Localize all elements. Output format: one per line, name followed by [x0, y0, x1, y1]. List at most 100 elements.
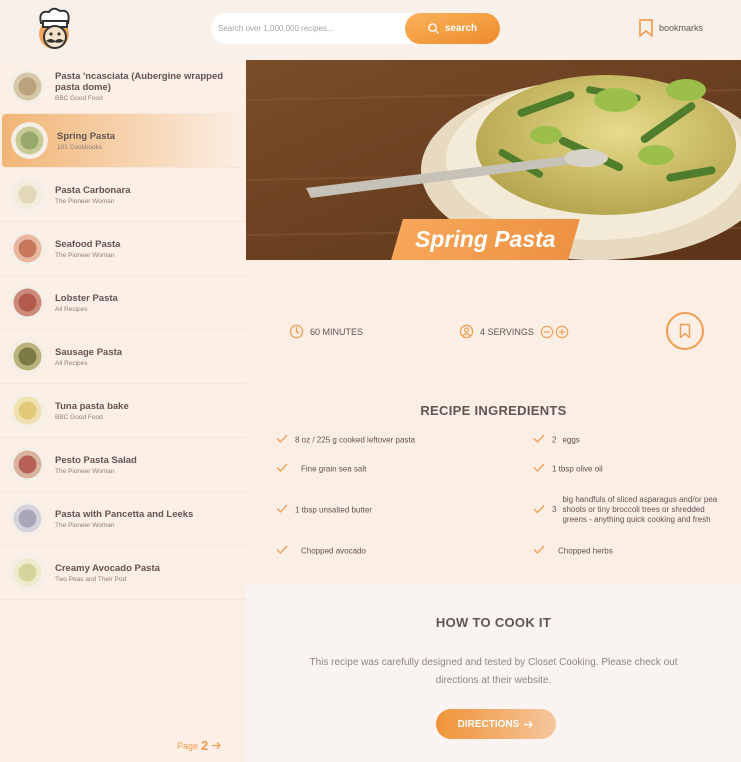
result-title: Pasta with Pancetta and Leeks — [55, 508, 194, 520]
bookmark-icon — [639, 19, 653, 37]
ingredient-description: 1 tbsp olive oil — [552, 464, 603, 473]
search-button[interactable]: search — [405, 13, 500, 44]
decrease-servings-button[interactable] — [540, 325, 554, 339]
ingredient-description: big handfuls of sliced asparagus and/or … — [562, 495, 718, 524]
result-source: Two Peas and Their Pod — [55, 575, 127, 583]
result-source: The Pioneer Woman — [55, 251, 115, 259]
arrow-right-icon — [524, 720, 534, 728]
pagination-number: 2 — [201, 738, 209, 753]
ingredient-quantity: 3 — [552, 505, 557, 514]
result-item[interactable]: Spring Pasta 101 Cookbooks — [2, 114, 244, 168]
servings-label: SERVINGS — [487, 326, 534, 337]
result-source: All Recipes — [55, 305, 88, 313]
result-item[interactable]: Pasta Carbonara The Pioneer Woman — [0, 168, 246, 222]
check-icon — [533, 545, 545, 554]
ingredient-description: 1 tbsp unsalted butter — [295, 505, 372, 514]
search-results-sidebar: Pasta 'ncasciata (Aubergine wrapped past… — [0, 60, 246, 762]
cooking-minutes-label: MINUTES — [322, 326, 364, 337]
cooking-time: 60 MINUTES — [289, 324, 363, 339]
app: search bookmarks Pasta 'ncasciata (Auber… — [0, 0, 741, 762]
result-item[interactable]: Pasta with Pancetta and Leeks The Pioneer… — [0, 492, 246, 546]
how-to-cook-description: This recipe was carefully designed and t… — [309, 657, 678, 686]
check-icon — [276, 463, 288, 472]
result-source: The Pioneer Woman — [55, 467, 115, 475]
results-list: Pasta 'ncasciata (Aubergine wrapped past… — [0, 60, 246, 600]
result-text: Spring Pasta 101 Cookbooks — [57, 131, 115, 151]
result-text: Pesto Pasta Salad The Pioneer Woman — [55, 455, 137, 475]
check-icon — [533, 504, 545, 513]
directions-button[interactable]: DIRECTIONS — [436, 709, 556, 739]
result-thumbnail — [9, 392, 46, 429]
result-title: Pasta Carbonara — [55, 184, 131, 196]
result-item[interactable]: Creamy Avocado Pasta Two Peas and Their P… — [0, 546, 246, 600]
clock-icon — [289, 324, 304, 339]
arrow-right-icon — [212, 741, 222, 750]
recipe-title-text: Spring Pasta — [415, 226, 556, 252]
result-title: Sausage Pasta — [55, 346, 123, 358]
ingredient-item: 8 oz / 225 g cooked leftover pasta — [276, 434, 506, 447]
servings: 4 SERVINGS — [459, 324, 569, 339]
bookmark-recipe-button[interactable] — [666, 312, 704, 350]
result-item[interactable]: Pesto Pasta Salad The Pioneer Woman — [0, 438, 246, 492]
result-thumbnail — [9, 500, 46, 537]
result-title: Seafood Pasta — [55, 238, 121, 250]
chef-logo-icon[interactable] — [32, 6, 78, 52]
result-title: Creamy Avocado Pasta — [55, 562, 160, 574]
ingredient-item: 2 eggs — [533, 434, 723, 447]
ingredient-item: Chopped herbs — [533, 545, 723, 558]
ingredient-quantity: 2 — [552, 435, 557, 444]
result-thumbnail — [9, 68, 46, 105]
result-text: Creamy Avocado Pasta Two Peas and Their P… — [55, 563, 160, 583]
result-title: Lobster Pasta — [55, 292, 118, 304]
increase-servings-button[interactable] — [555, 325, 569, 339]
ingredients-heading: RECIPE INGREDIENTS — [420, 403, 567, 418]
ingredient-item: Chopped avocado — [276, 545, 506, 558]
result-thumbnail — [9, 284, 46, 321]
result-item[interactable]: Seafood Pasta The Pioneer Woman — [0, 222, 246, 276]
result-title: Tuna pasta bake — [55, 400, 129, 412]
ingredient-description: Chopped herbs — [558, 546, 613, 555]
result-source: The Pioneer Woman — [55, 197, 115, 205]
result-source: BBC Good Food — [55, 95, 103, 102]
result-text: Lobster Pasta All Recipes — [55, 293, 118, 313]
ingredient-item: 1 tbsp olive oil — [533, 463, 723, 476]
bookmarks-button[interactable]: bookmarks — [637, 18, 703, 38]
result-text: Pasta with Pancetta and Leeks The Pioneer… — [55, 509, 193, 529]
result-title: Spring Pasta — [57, 130, 116, 142]
recipe-title: Spring Pasta — [391, 219, 580, 260]
directions-label: DIRECTIONS — [457, 718, 520, 730]
result-thumbnail — [9, 338, 46, 375]
pagination-label: Page — [177, 740, 199, 751]
result-thumbnail — [11, 122, 48, 159]
check-icon — [276, 545, 288, 554]
ingredient-item: 1 tbsp unsalted butter — [276, 504, 506, 517]
check-icon — [276, 504, 288, 513]
result-thumbnail — [9, 554, 46, 591]
ingredient-description: Chopped avocado — [301, 546, 366, 555]
header: search bookmarks — [0, 0, 741, 60]
user-icon — [459, 324, 474, 339]
search-icon — [428, 23, 439, 34]
servings-count: 4 — [480, 326, 486, 337]
result-item[interactable]: Lobster Pasta All Recipes — [0, 276, 246, 330]
result-item[interactable]: Tuna pasta bake BBC Good Food — [0, 384, 246, 438]
ingredient-item: Fine grain sea salt — [276, 463, 506, 476]
recipe-details: 60 MINUTES 4 SERVINGS — [246, 260, 741, 377]
recipe-ingredients: RECIPE INGREDIENTS 8 oz / 225 g cooked l… — [246, 377, 741, 584]
result-text: Tuna pasta bake BBC Good Food — [55, 401, 129, 421]
result-source: 101 Cookbooks — [57, 143, 103, 151]
search-form: search — [211, 13, 500, 44]
ingredient-description: Fine grain sea salt — [301, 464, 367, 473]
pagination-next-button[interactable]: Page 2 — [177, 738, 222, 753]
result-source: The Pioneer Woman — [55, 521, 115, 529]
ingredient-item: 3 big handfuls of sliced asparagus and/or… — [533, 495, 723, 525]
result-item[interactable]: Pasta 'ncasciata (Aubergine wrapped past… — [0, 60, 246, 114]
search-input[interactable] — [211, 24, 401, 33]
search-button-label: search — [444, 23, 478, 34]
cooking-minutes: 60 — [310, 326, 321, 337]
result-thumbnail — [9, 230, 46, 267]
check-icon — [533, 463, 545, 472]
result-text: Sausage Pasta All Recipes — [55, 347, 122, 367]
check-icon — [533, 434, 545, 443]
result-item[interactable]: Sausage Pasta All Recipes — [0, 330, 246, 384]
